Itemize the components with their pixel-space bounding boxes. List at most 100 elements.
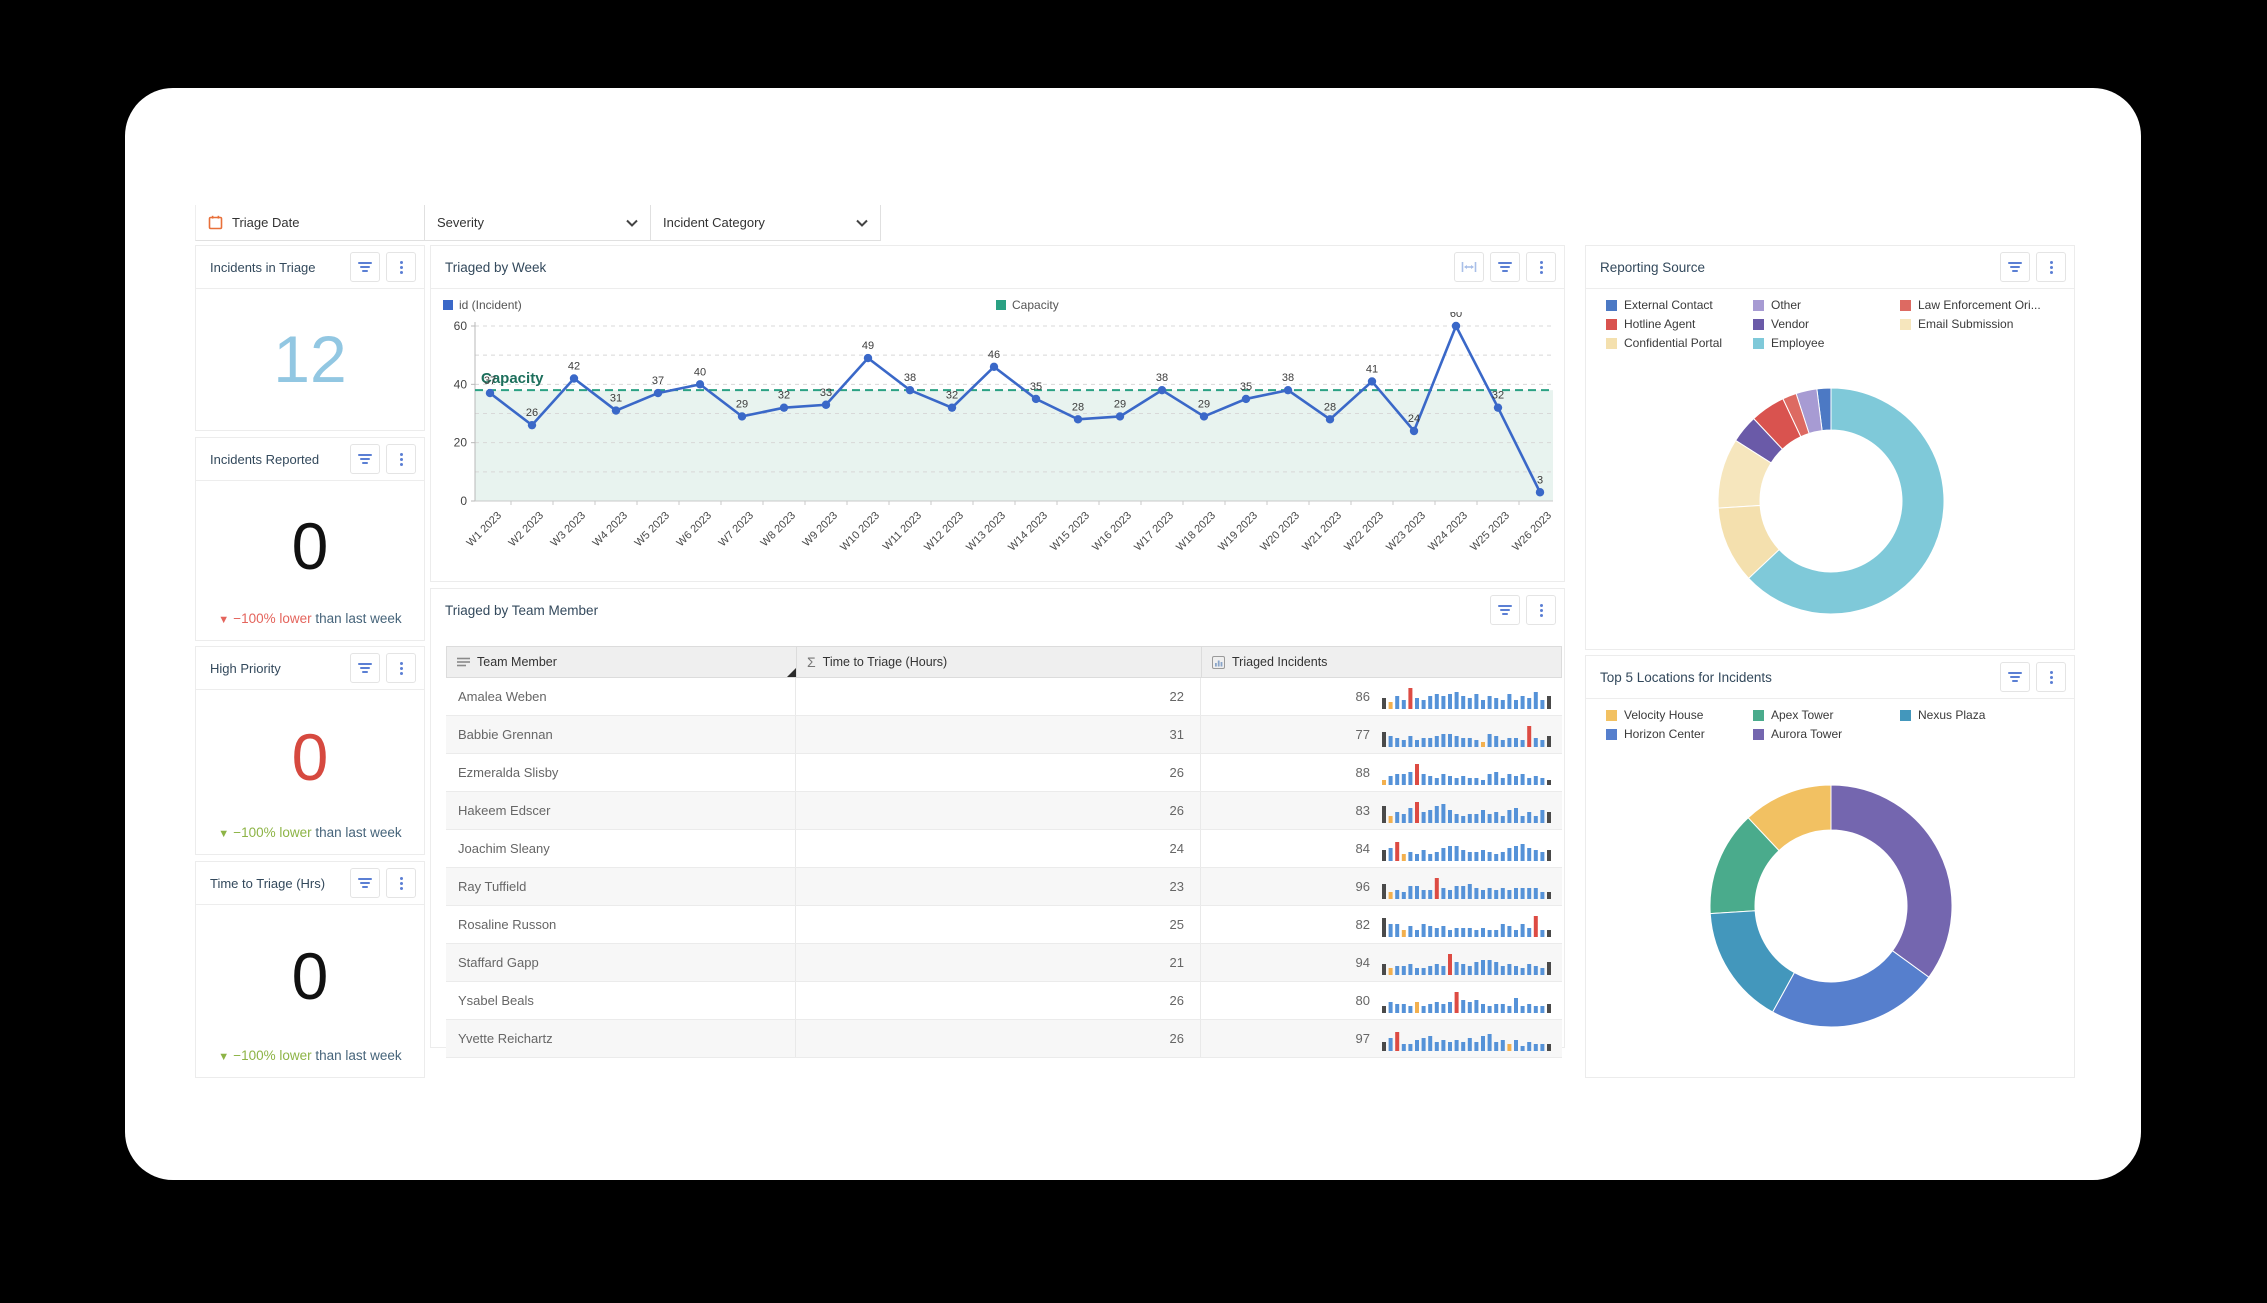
table-row[interactable]: Joachim Sleany2484 — [446, 830, 1562, 868]
donut-slice-aurora-tower[interactable] — [1831, 785, 1952, 977]
card-actions — [1454, 252, 1556, 282]
filter-button[interactable] — [350, 444, 380, 474]
filter-icon — [2008, 262, 2022, 264]
kpi-card-incidents-reported: Incidents Reported0▼−100% lower than las… — [195, 437, 425, 641]
fit-width-button[interactable] — [1454, 252, 1484, 282]
menu-button[interactable] — [386, 868, 416, 898]
legend-item-other[interactable]: Other — [1753, 298, 1900, 312]
kebab-icon — [400, 271, 403, 274]
data-point-W17 2023[interactable] — [1158, 386, 1166, 394]
menu-button[interactable] — [386, 252, 416, 282]
filter-icon — [360, 458, 370, 460]
menu-button[interactable] — [2036, 252, 2066, 282]
data-point-W3 2023[interactable] — [570, 374, 578, 382]
incidents-sparkline — [1382, 798, 1554, 824]
week-line-chart[interactable]: 0204060Capacity37W1 202326W2 202342W3 20… — [435, 312, 1560, 580]
data-point-W6 2023[interactable] — [696, 380, 704, 388]
triangle-down-icon: ▼ — [218, 614, 229, 626]
menu-button[interactable] — [2036, 662, 2066, 692]
menu-button[interactable] — [1526, 595, 1556, 625]
menu-button[interactable] — [1526, 252, 1556, 282]
filter-button[interactable] — [2000, 252, 2030, 282]
legend-item-confidential-portal[interactable]: Confidential Portal — [1606, 336, 1753, 350]
filter-button[interactable] — [350, 252, 380, 282]
table-row[interactable]: Amalea Weben2286 — [446, 678, 1562, 716]
data-point-W4 2023[interactable] — [612, 406, 620, 414]
legend-item-email-submission[interactable]: Email Submission — [1900, 317, 2064, 331]
filter-button[interactable] — [1490, 595, 1520, 625]
filter-triage-date-label: Triage Date — [232, 215, 412, 230]
data-point-W1 2023[interactable] — [486, 389, 494, 397]
data-point-W24 2023[interactable] — [1452, 322, 1460, 330]
kpi-delta-percent: −100% lower — [233, 825, 315, 840]
data-point-W19 2023[interactable] — [1242, 395, 1250, 403]
x-tick-label: W2 2023 — [507, 510, 547, 550]
menu-button[interactable] — [386, 444, 416, 474]
menu-button[interactable] — [386, 653, 416, 683]
cell-time-to-triage: 26 — [796, 1020, 1201, 1057]
filter-button[interactable] — [350, 653, 380, 683]
legend-item-hotline-agent[interactable]: Hotline Agent — [1606, 317, 1753, 331]
legend-item-law-enforcement-ori-[interactable]: Law Enforcement Ori... — [1900, 298, 2064, 312]
data-point-W8 2023[interactable] — [780, 403, 788, 411]
table-row[interactable]: Ray Tuffield2396 — [446, 868, 1562, 906]
table-row[interactable]: Yvette Reichartz2697 — [446, 1020, 1562, 1058]
donut-slice-horizon-center[interactable] — [1773, 951, 1929, 1027]
data-point-W25 2023[interactable] — [1494, 403, 1502, 411]
top-locations-donut[interactable] — [1586, 782, 2076, 1030]
data-point-W9 2023[interactable] — [822, 401, 830, 409]
legend-item-apex-tower[interactable]: Apex Tower — [1753, 708, 1900, 722]
data-point-W11 2023[interactable] — [906, 386, 914, 394]
kebab-icon — [2050, 261, 2053, 264]
x-tick-label: W14 2023 — [1006, 510, 1050, 554]
data-point-W21 2023[interactable] — [1326, 415, 1334, 423]
data-point-W20 2023[interactable] — [1284, 386, 1292, 394]
table-row[interactable]: Babbie Grennan3177 — [446, 716, 1562, 754]
sort-asc-icon — [787, 668, 796, 677]
data-point-W15 2023[interactable] — [1074, 415, 1082, 423]
data-point-W7 2023[interactable] — [738, 412, 746, 420]
data-point-W10 2023[interactable] — [864, 354, 872, 362]
reporting-source-donut[interactable] — [1586, 386, 2076, 618]
table-row[interactable]: Ezmeralda Slisby2688 — [446, 754, 1562, 792]
x-tick-label: W18 2023 — [1174, 510, 1218, 554]
kpi-delta-rest: than last week — [315, 1048, 401, 1063]
data-point-W13 2023[interactable] — [990, 363, 998, 371]
legend-item-aurora-tower[interactable]: Aurora Tower — [1753, 727, 1900, 741]
data-point-W26 2023[interactable] — [1536, 488, 1544, 496]
kpi-delta-percent: −100% lower — [233, 1048, 315, 1063]
data-point-W16 2023[interactable] — [1116, 412, 1124, 420]
legend-item-vendor[interactable]: Vendor — [1753, 317, 1900, 331]
legend-item-external-contact[interactable]: External Contact — [1606, 298, 1753, 312]
filter-incident-category[interactable]: Incident Category — [651, 205, 881, 241]
table-row[interactable]: Ysabel Beals2680 — [446, 982, 1562, 1020]
data-point-W12 2023[interactable] — [948, 403, 956, 411]
legend-item-nexus-plaza[interactable]: Nexus Plaza — [1900, 708, 2064, 722]
table-row[interactable]: Rosaline Russon2582 — [446, 906, 1562, 944]
cell-time-to-triage: 26 — [796, 754, 1201, 791]
filter-button[interactable] — [1490, 252, 1520, 282]
data-point-W2 2023[interactable] — [528, 421, 536, 429]
filter-severity[interactable]: Severity — [425, 205, 651, 241]
filter-button[interactable] — [2000, 662, 2030, 692]
cell-time-to-triage: 31 — [796, 716, 1201, 753]
cell-team-member: Ezmeralda Slisby — [446, 754, 796, 791]
data-point-W23 2023[interactable] — [1410, 427, 1418, 435]
legend-item-horizon-center[interactable]: Horizon Center — [1606, 727, 1753, 741]
column-header-team-member[interactable]: Team Member — [447, 647, 797, 677]
filter-triage-date[interactable]: Triage Date — [195, 205, 425, 241]
incidents-sparkline — [1382, 760, 1554, 786]
legend-swatch — [1753, 729, 1764, 740]
data-point-W5 2023[interactable] — [654, 389, 662, 397]
column-header-time-to-triage[interactable]: Σ Time to Triage (Hours) — [797, 647, 1202, 677]
filter-button[interactable] — [350, 868, 380, 898]
data-point-W18 2023[interactable] — [1200, 412, 1208, 420]
legend-item-velocity-house[interactable]: Velocity House — [1606, 708, 1753, 722]
column-header-triaged-incidents[interactable]: Triaged Incidents — [1202, 647, 1561, 677]
legend-item-employee[interactable]: Employee — [1753, 336, 1900, 350]
table-row[interactable]: Hakeem Edscer2683 — [446, 792, 1562, 830]
data-point-W14 2023[interactable] — [1032, 395, 1040, 403]
data-point-W22 2023[interactable] — [1368, 377, 1376, 385]
legend-swatch — [1606, 300, 1617, 311]
table-row[interactable]: Staffard Gapp2194 — [446, 944, 1562, 982]
